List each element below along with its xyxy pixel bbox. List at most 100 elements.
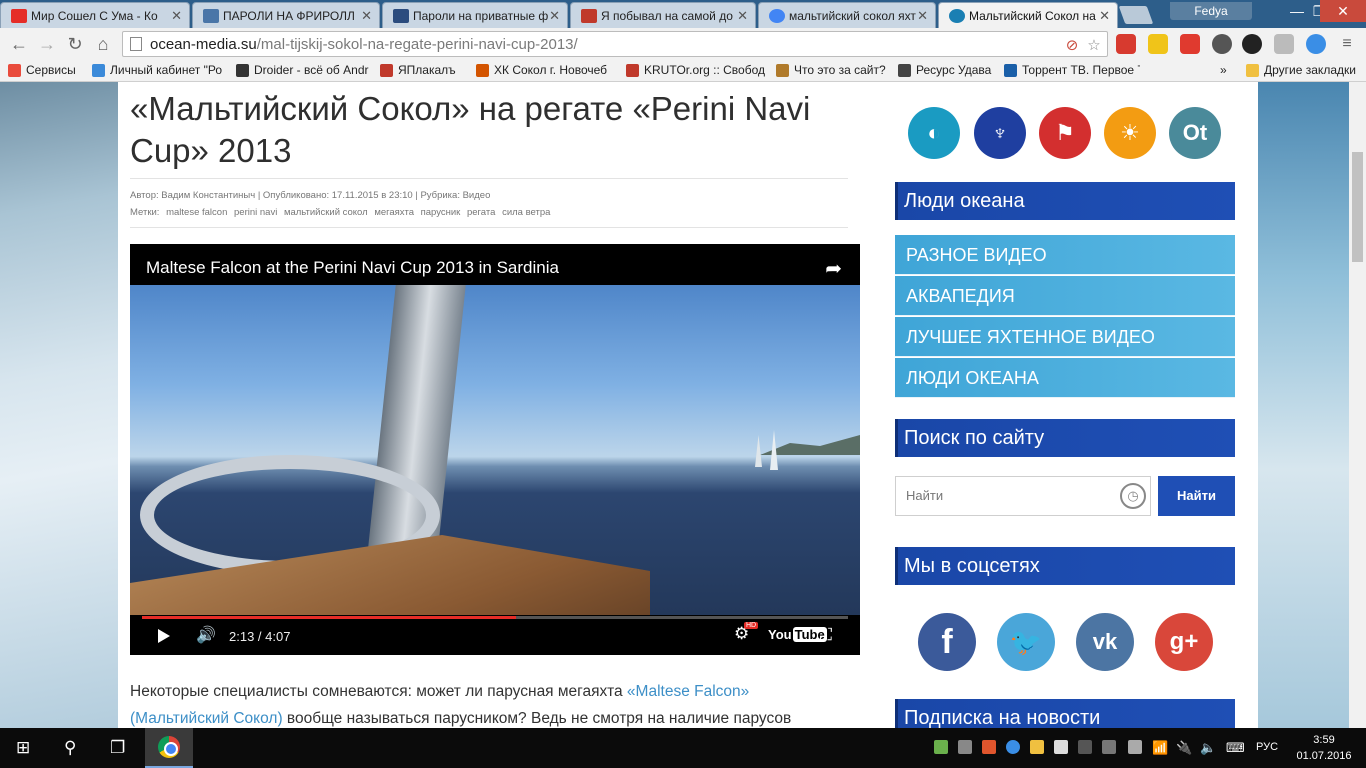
tab-4[interactable]: мальтийский сокол яхт ✕	[758, 2, 936, 28]
back-arrow-icon[interactable]: ←	[8, 33, 30, 55]
ocean-media-logo-icon[interactable]: ◐	[908, 107, 960, 159]
facebook-icon[interactable]: f	[918, 613, 976, 671]
taskbar-clock[interactable]: 3:59 01.07.2016	[1294, 732, 1354, 764]
bookmark-3[interactable]: ЯПлакалъ	[380, 63, 472, 77]
play-icon[interactable]	[158, 629, 170, 643]
download-extension-icon[interactable]	[1148, 34, 1168, 54]
search-button[interactable]: Найти	[1158, 476, 1235, 516]
media-extension-icon[interactable]	[1306, 34, 1326, 54]
vk-icon[interactable]: vk	[1076, 613, 1134, 671]
close-tab-icon[interactable]: ✕	[171, 8, 182, 24]
tag-link[interactable]: сила ветра	[502, 207, 550, 218]
close-tab-icon[interactable]: ✕	[737, 8, 748, 24]
youtube-logo[interactable]: You Tube	[768, 627, 827, 642]
video-sailboat	[755, 435, 762, 467]
opera-turbo-extension-icon[interactable]	[1116, 34, 1136, 54]
gmail-extension-icon[interactable]	[1180, 34, 1200, 54]
search-icon[interactable]: ⚲	[64, 738, 76, 758]
tab-3[interactable]: Я побывал на самой до ✕	[570, 2, 756, 28]
flag-logo-icon[interactable]: ⚑	[1039, 107, 1091, 159]
tab-2[interactable]: Пароли на приватные ф ✕	[382, 2, 568, 28]
tag-link[interactable]: maltese falcon	[166, 207, 227, 218]
address-bar[interactable]: ocean-media.su/mal-tijskij-sokol-na-rega…	[122, 31, 1108, 57]
tags-label: Метки:	[130, 207, 160, 218]
category-link[interactable]: ЛЮДИ ОКЕАНА	[895, 358, 1235, 398]
google-plus-icon[interactable]: g+	[1155, 613, 1213, 671]
new-tab-button[interactable]	[1118, 6, 1154, 24]
tray-app-icon[interactable]	[1030, 740, 1044, 754]
bookmark-favicon-icon	[236, 64, 249, 77]
profile-button[interactable]: Fedya	[1170, 2, 1252, 20]
keyboard-icon[interactable]: ⌨	[1226, 740, 1245, 756]
bookmark-star-icon[interactable]: ☆	[1085, 36, 1103, 54]
close-tab-icon[interactable]: ✕	[1099, 8, 1110, 24]
adblock-icon[interactable]: ⊘	[1063, 36, 1081, 54]
cup-logo-icon[interactable]: ♆	[974, 107, 1026, 159]
bookmark-5[interactable]: KRUTOr.org :: Свобод	[626, 63, 766, 77]
language-indicator[interactable]: РУС	[1256, 741, 1278, 753]
tag-link[interactable]: парусник	[421, 207, 461, 218]
home-icon[interactable]: ⌂	[92, 33, 114, 55]
bookmark-services[interactable]: Сервисы	[8, 63, 88, 77]
bookmark-8[interactable]: Торрент ТВ. Первое Т	[1004, 63, 1140, 77]
page-scrollbar[interactable]	[1349, 82, 1366, 728]
bookmarks-bar: Сервисы Личный кабинет "Ро Droider - всё…	[0, 60, 1366, 82]
tag-link[interactable]: мегаяхта	[374, 207, 414, 218]
refresh-extension-icon[interactable]	[1242, 34, 1262, 54]
bookmark-favicon-icon	[898, 64, 911, 77]
power-plug-icon[interactable]: 🔌	[1176, 740, 1192, 756]
fullscreen-icon[interactable]: ⛶	[820, 625, 832, 645]
close-window-button[interactable]: ✕	[1320, 0, 1366, 22]
category-link[interactable]: РАЗНОЕ ВИДЕО	[895, 235, 1235, 275]
other-bookmarks[interactable]: Другие закладки	[1246, 63, 1362, 77]
tag-link[interactable]: мальтийский сокол	[284, 207, 368, 218]
maltese-falcon-ru-link[interactable]: (Мальтийский Сокол)	[130, 710, 283, 727]
onedrive-tray-icon[interactable]	[1054, 740, 1068, 754]
tab-0[interactable]: Мир Сошел С Ума - Ко ✕	[0, 2, 190, 28]
scrollbar-thumb[interactable]	[1352, 152, 1363, 262]
bookmark-4[interactable]: ХК Сокол г. Новочеб	[476, 63, 618, 77]
tray-app-icon[interactable]	[958, 740, 972, 754]
tray-app-icon[interactable]	[1128, 740, 1142, 754]
video-frame[interactable]	[130, 285, 860, 655]
close-tab-icon[interactable]: ✕	[361, 8, 372, 24]
category-link[interactable]: ЛУЧШЕЕ ЯХТЕННОЕ ВИДЕО	[895, 317, 1235, 357]
search-input[interactable]: Найти	[895, 476, 1151, 516]
bookmark-6[interactable]: Что это за сайт?	[776, 63, 890, 77]
volume-icon[interactable]: 🔊	[196, 625, 216, 645]
sync-extension-icon[interactable]	[1212, 34, 1232, 54]
ot-logo-icon[interactable]: Ot	[1169, 107, 1221, 159]
bookmark-7[interactable]: Ресурс Удава	[898, 63, 994, 77]
ocean-fan-logo-icon[interactable]: ☀	[1104, 107, 1156, 159]
tray-app-icon[interactable]	[1078, 740, 1092, 754]
share-icon[interactable]: ➦	[825, 256, 842, 281]
reload-icon[interactable]: ↻	[64, 33, 86, 55]
tray-media-icon[interactable]	[1006, 740, 1020, 754]
close-tab-icon[interactable]: ✕	[549, 8, 560, 24]
video-player[interactable]: Maltese Falcon at the Perini Navi Cup 20…	[130, 244, 860, 655]
windows-start-icon[interactable]: ⊞	[16, 738, 30, 758]
forward-arrow-icon[interactable]: →	[36, 33, 58, 55]
bookmarks-overflow-chevron-icon[interactable]: »	[1220, 63, 1238, 77]
camera-extension-icon[interactable]	[1274, 34, 1294, 54]
tag-link[interactable]: регата	[467, 207, 495, 218]
bookmark-1[interactable]: Личный кабинет "Ро	[92, 63, 228, 77]
twitter-icon[interactable]: 🐦	[997, 613, 1055, 671]
menu-icon[interactable]: ≡	[1336, 33, 1358, 55]
maltese-falcon-link[interactable]: «Maltese Falcon»	[627, 683, 749, 700]
volume-tray-icon[interactable]: 🔈	[1200, 740, 1216, 756]
tab-1[interactable]: ПАРОЛИ НА ФРИРОЛЛ ✕	[192, 2, 380, 28]
video-title[interactable]: Maltese Falcon at the Perini Navi Cup 20…	[146, 258, 559, 278]
tray-app-icon[interactable]	[1102, 740, 1116, 754]
category-link[interactable]: АКВАПЕДИЯ	[895, 276, 1235, 316]
close-tab-icon[interactable]: ✕	[917, 8, 928, 24]
nvidia-tray-icon[interactable]	[934, 740, 948, 754]
wifi-icon[interactable]: 📶	[1152, 740, 1168, 756]
tray-app-icon[interactable]	[982, 740, 996, 754]
bookmark-2[interactable]: Droider - всё об Andr	[236, 63, 376, 77]
chrome-taskbar-button[interactable]	[145, 728, 193, 768]
task-view-icon[interactable]: ❐	[110, 738, 125, 758]
video-progress-bar[interactable]	[142, 616, 848, 619]
tag-link[interactable]: perini navi	[234, 207, 277, 218]
tab-5-active[interactable]: Мальтийский Сокол на ✕	[938, 2, 1118, 28]
